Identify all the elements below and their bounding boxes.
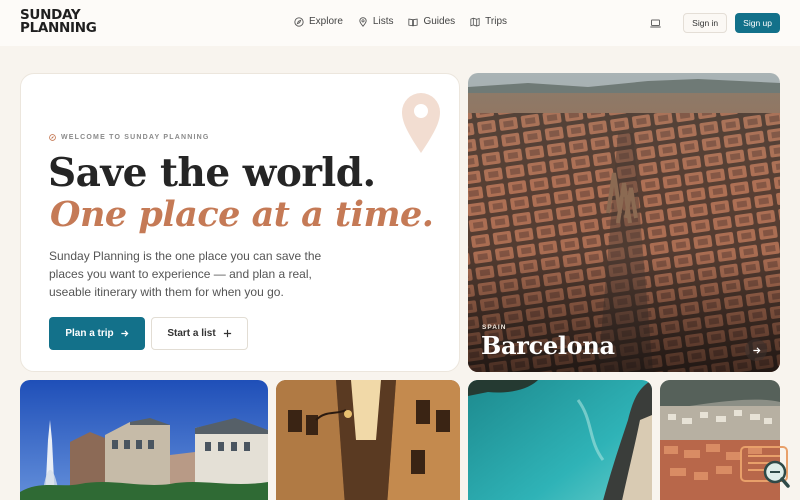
nav-explore[interactable]: Explore — [294, 16, 343, 27]
main-nav: Explore Lists Guides Trips — [294, 16, 507, 27]
nav-guides[interactable]: Guides — [408, 16, 455, 27]
nav-guides-label: Guides — [423, 16, 456, 27]
sign-in-button[interactable]: Sign in — [683, 13, 728, 33]
nav-explore-label: Explore — [309, 16, 343, 27]
brand-logo[interactable]: SUNDAY PLANNING — [20, 8, 97, 36]
plan-trip-label: Plan a trip — [65, 328, 114, 339]
book-icon — [408, 18, 419, 26]
sign-up-button[interactable]: Sign up — [735, 13, 780, 33]
start-list-label: Start a list — [167, 328, 216, 339]
hero-eyebrow-text: WELCOME TO SUNDAY PLANNING — [61, 134, 210, 141]
arrow-right-icon — [752, 346, 760, 354]
hero-card: WELCOME TO SUNDAY PLANNING Save the worl… — [20, 73, 460, 372]
nav-lists[interactable]: Lists — [358, 16, 394, 27]
magnifier-widget-icon[interactable] — [740, 446, 790, 490]
plan-trip-button[interactable]: Plan a trip — [49, 317, 145, 350]
header-actions: Sign in Sign up — [647, 13, 780, 33]
featured-country: SPAIN — [482, 324, 507, 331]
compass-small-icon — [49, 134, 56, 141]
nav-trips[interactable]: Trips — [470, 16, 507, 27]
destination-card[interactable] — [468, 380, 652, 500]
town-fountain-image — [20, 380, 268, 500]
nav-lists-label: Lists — [372, 16, 394, 27]
map-pin-decoration-icon — [402, 93, 440, 153]
device-toggle[interactable] — [647, 15, 663, 31]
start-list-button[interactable]: Start a list — [151, 317, 248, 350]
site-header: SUNDAY PLANNING Explore Lists Guides Tri… — [0, 0, 800, 46]
hero-eyebrow: WELCOME TO SUNDAY PLANNING — [49, 134, 210, 141]
map-pin-icon — [359, 16, 367, 27]
map-icon — [470, 17, 480, 26]
turquoise-beach-image — [468, 380, 652, 500]
hero-title: Save the world. — [48, 150, 376, 196]
destination-card[interactable] — [276, 380, 460, 500]
featured-destination-card[interactable]: SPAIN Barcelona — [468, 73, 780, 372]
featured-city: Barcelona — [481, 331, 615, 360]
old-town-alley-image — [276, 380, 460, 500]
hero-subtitle: One place at a time. — [50, 194, 434, 235]
laptop-icon — [649, 19, 661, 28]
barcelona-aerial-image — [468, 73, 780, 372]
compass-icon — [294, 16, 304, 27]
arrow-right-icon — [121, 330, 129, 337]
nav-trips-label: Trips — [485, 16, 508, 27]
hero-description: Sunday Planning is the one place you can… — [49, 249, 322, 299]
plus-icon — [223, 329, 231, 338]
destination-card[interactable] — [20, 380, 268, 500]
brand-line-2: PLANNING — [20, 20, 97, 36]
featured-open-button[interactable] — [745, 339, 767, 361]
